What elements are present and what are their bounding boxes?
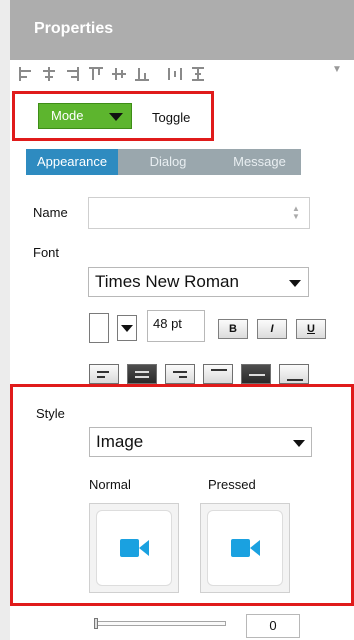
underline-button[interactable]: U [296,319,326,339]
normal-image-slot [96,510,172,586]
pressed-label: Pressed [208,477,256,492]
font-size-field[interactable]: 48 pt [147,310,205,342]
distribute-vertical-icon[interactable] [190,66,206,82]
para-align-center-button[interactable] [127,364,157,384]
normal-label: Normal [89,477,131,492]
para-align-right-button[interactable] [165,364,195,384]
style-select[interactable]: Image [89,427,312,457]
spinner-icon[interactable]: ▲ ▼ [289,205,303,221]
panel-title: Properties [34,20,114,37]
chevron-down-icon [109,113,123,121]
chevron-down-icon [289,280,301,287]
left-rail [0,0,10,640]
align-bottom-icon[interactable] [134,66,150,82]
align-left-icon[interactable] [18,66,34,82]
font-color-swatch[interactable] [89,313,109,343]
mode-highlight: Mode Toggle [12,91,214,141]
align-right-icon[interactable] [64,66,80,82]
pressed-image-button[interactable] [200,503,290,593]
panel-header: Properties [10,0,354,60]
para-align-middle-button[interactable] [241,364,271,384]
camera-body [120,539,139,557]
name-field[interactable]: ▲ ▼ [88,197,310,229]
slider-value-field[interactable]: 0 [246,614,300,638]
style-highlight: Style Image Normal Pressed [10,384,354,606]
align-top-icon[interactable] [88,66,104,82]
camera-lens [139,540,149,556]
font-family-value: Times New Roman [95,272,239,291]
chevron-down-icon [121,325,133,332]
toolbar-more-icon[interactable]: ▼ [332,64,342,75]
font-family-select[interactable]: Times New Roman [88,267,309,297]
tab-dialog[interactable]: Dialog [118,149,218,175]
italic-button[interactable]: I [257,319,287,339]
video-camera-icon [231,539,260,557]
align-center-icon[interactable] [41,66,57,82]
tab-bar: Appearance Dialog Message [26,149,301,175]
camera-body [231,539,250,557]
pressed-image-slot [207,510,283,586]
para-align-left-button[interactable] [89,364,119,384]
bold-button[interactable]: B [218,319,248,339]
tab-appearance[interactable]: Appearance [26,149,118,175]
style-label: Style [36,406,65,421]
font-color-dropdown[interactable] [117,315,137,341]
mode-value: Toggle [152,110,191,125]
name-label: Name [33,205,68,220]
para-align-bottom-button[interactable] [279,364,309,384]
font-size-value: 48 pt [153,316,182,331]
para-align-top-button[interactable] [203,364,233,384]
chevron-down-icon [293,440,305,447]
video-camera-icon [120,539,149,557]
slider-track[interactable] [94,621,226,626]
normal-image-button[interactable] [89,503,179,593]
style-value: Image [96,432,144,451]
align-middle-icon[interactable] [111,66,127,82]
distribute-horizontal-icon[interactable] [167,66,183,82]
align-toolbar: ▼ [10,60,354,88]
slider-thumb[interactable] [94,618,98,629]
camera-lens [250,540,260,556]
mode-label: Mode [51,108,84,123]
mode-dropdown[interactable]: Mode [38,103,132,129]
slider-row: 0 [10,610,354,640]
font-label: Font [33,245,60,260]
tab-message[interactable]: Message [218,149,301,175]
